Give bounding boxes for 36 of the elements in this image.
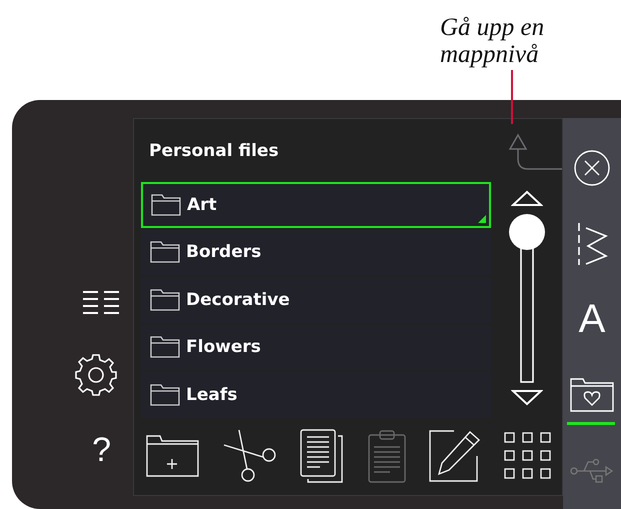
folder-name: Leafs — [186, 384, 238, 405]
edit-icon[interactable] — [428, 430, 481, 482]
folder-row[interactable]: Borders — [141, 230, 491, 275]
scroll-up-button[interactable] — [510, 190, 542, 208]
folder-icon — [150, 241, 180, 264]
new-folder-button[interactable] — [146, 435, 200, 478]
font-tab[interactable]: A — [563, 282, 621, 358]
font-label: A — [578, 297, 606, 342]
close-icon — [574, 150, 610, 186]
scroll-down-button[interactable] — [510, 388, 542, 406]
folder-icon — [150, 288, 180, 311]
grid-view-icon[interactable] — [504, 432, 552, 480]
stitch-icon — [576, 222, 608, 266]
help-button[interactable]: ? — [92, 432, 111, 468]
scissors-icon[interactable] — [223, 429, 278, 484]
heart-folder-icon — [570, 378, 614, 412]
copy-icon[interactable] — [300, 429, 344, 484]
folder-icon — [150, 336, 180, 358]
selection-corner-icon — [478, 214, 486, 222]
folder-row[interactable]: Leafs — [141, 372, 491, 418]
callout-text: Gå upp en mappnivå — [440, 14, 546, 68]
folder-name: Art — [187, 194, 217, 215]
folder-icon — [150, 384, 180, 406]
folder-row[interactable]: Art — [141, 182, 491, 228]
folder-name: Flowers — [186, 337, 261, 358]
scrollbar[interactable] — [506, 212, 546, 384]
leader-line — [511, 70, 513, 124]
settings-icon[interactable] — [73, 352, 119, 398]
folder-name: Borders — [186, 242, 262, 262]
folder-name: Decorative — [186, 290, 290, 310]
folder-row[interactable]: Flowers — [141, 324, 491, 370]
selected-underline — [567, 422, 615, 426]
panel-title: Personal files — [149, 140, 279, 160]
folder-icon — [151, 194, 181, 216]
usb-icon — [570, 457, 614, 486]
folder-row[interactable]: Decorative — [141, 277, 491, 322]
